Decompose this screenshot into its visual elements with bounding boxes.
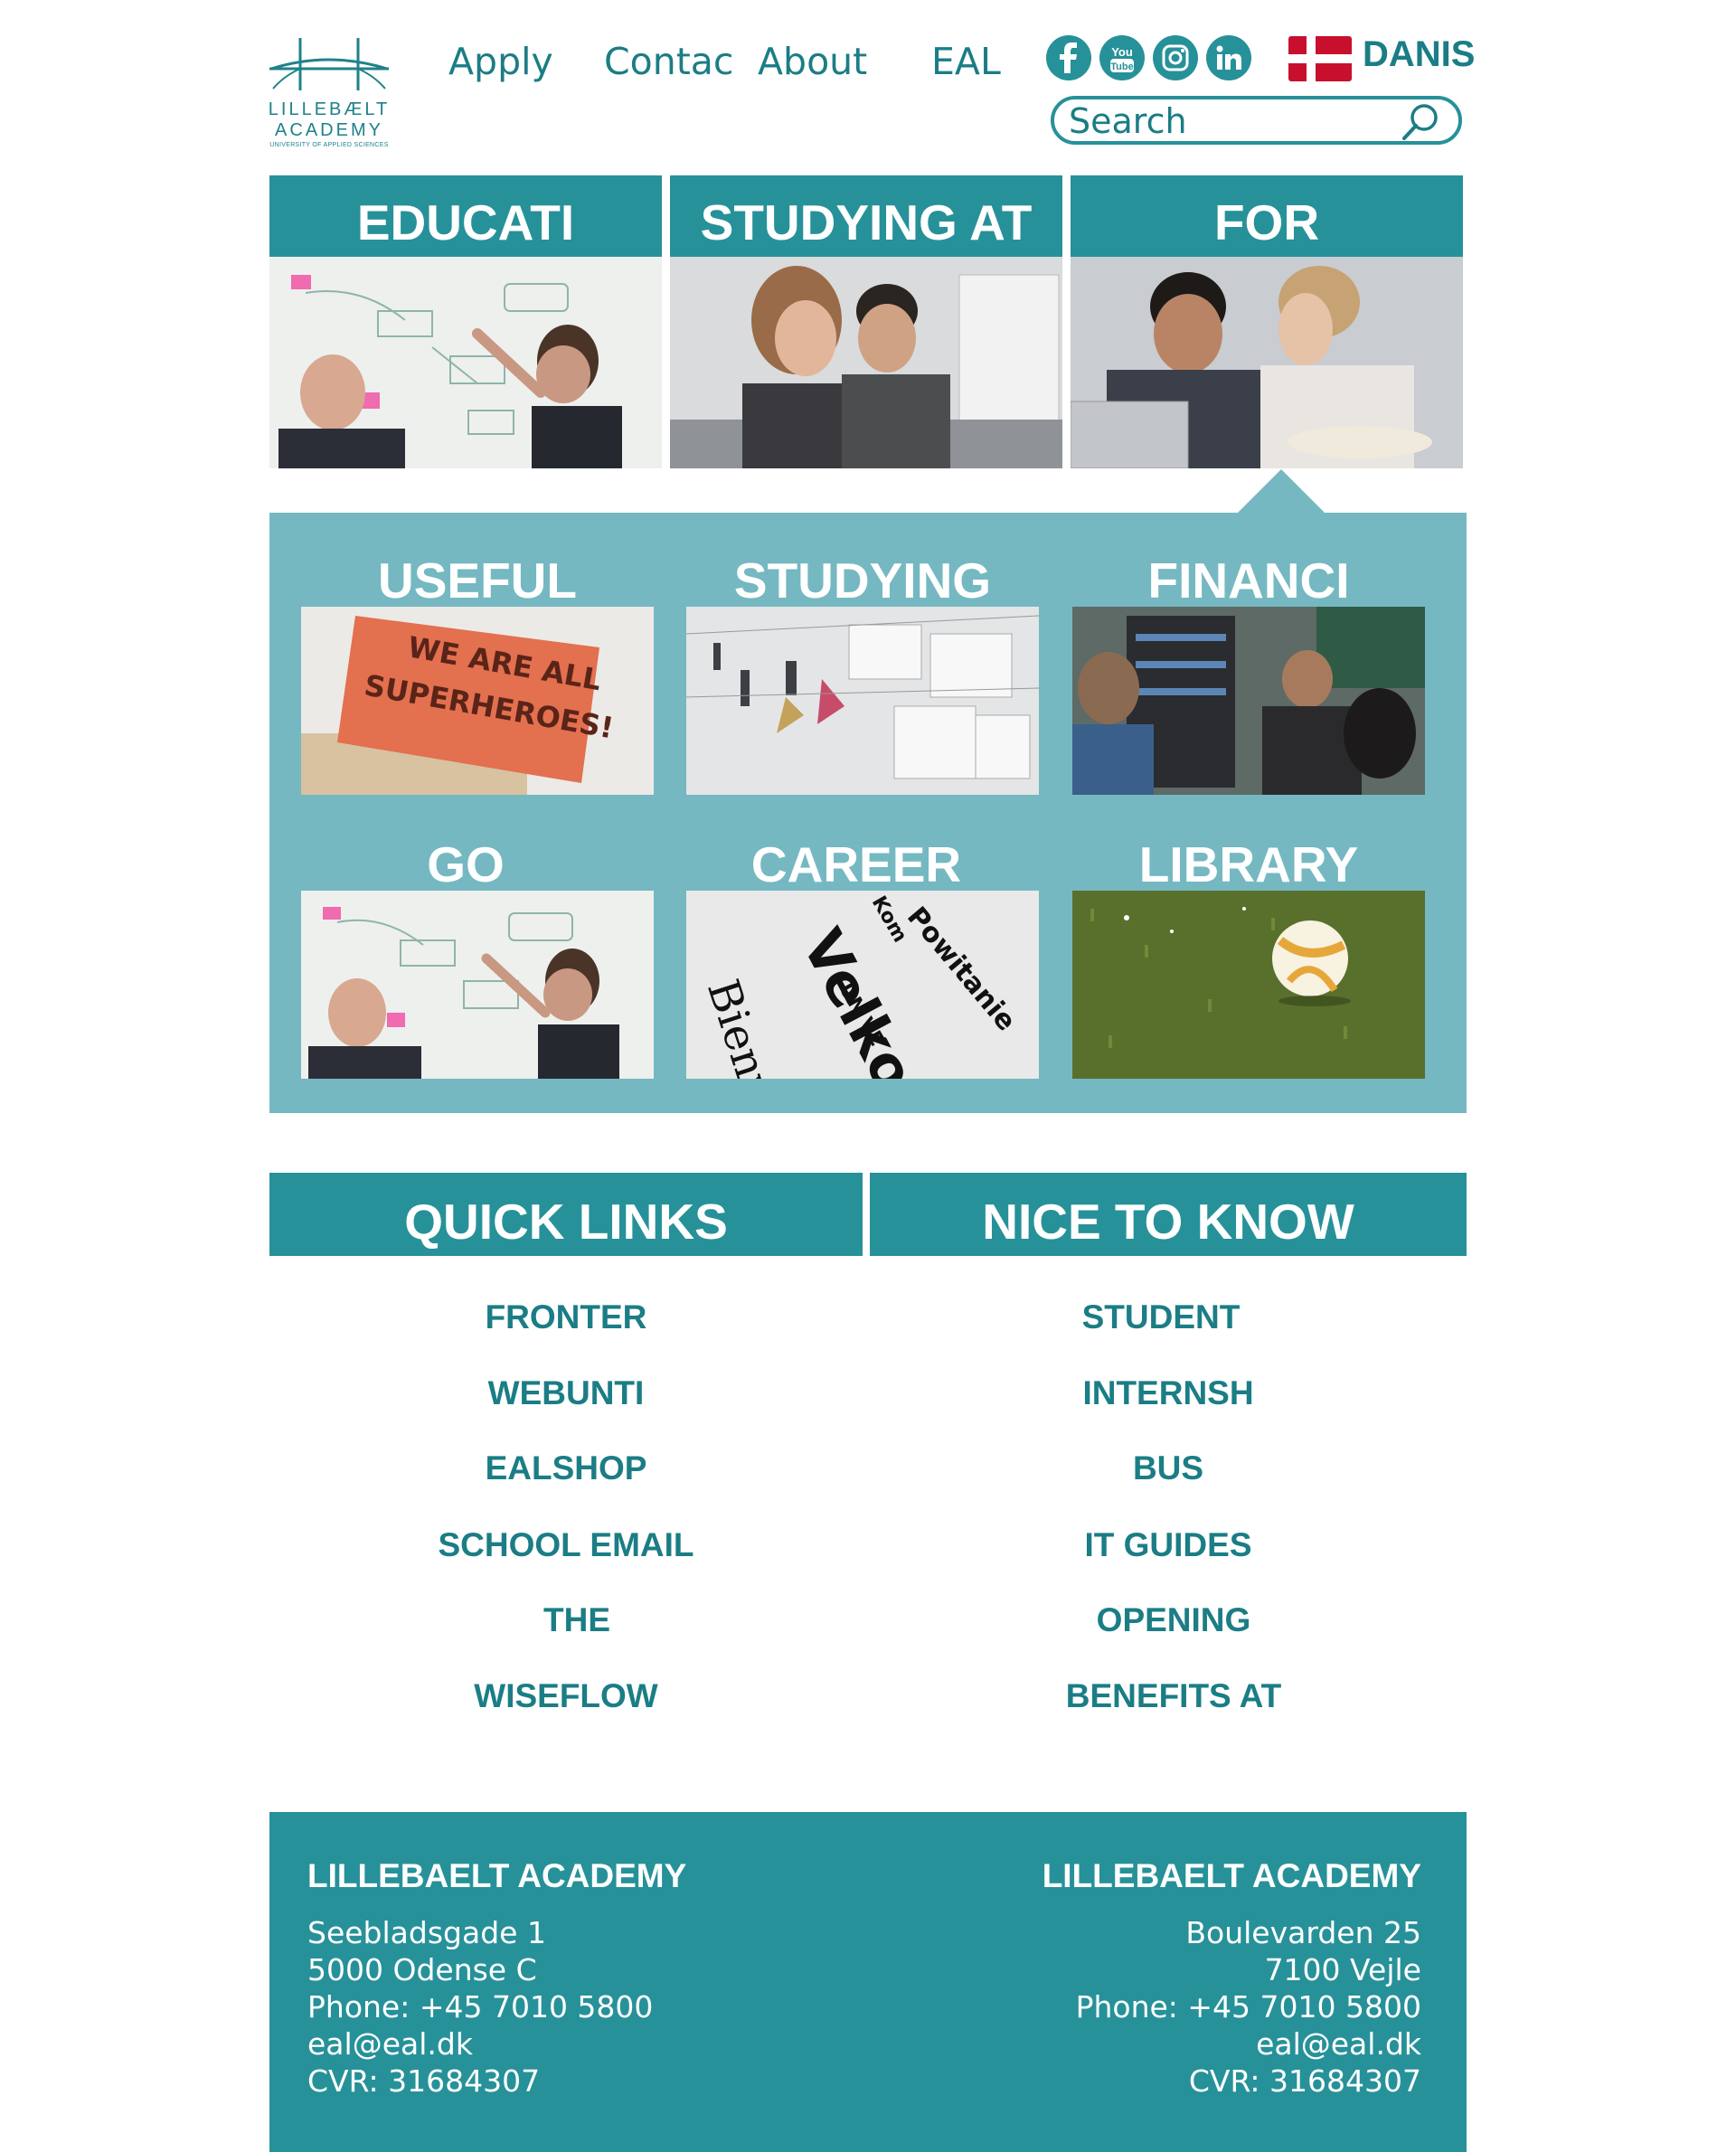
logo-line-1: LILLEBÆLT xyxy=(268,99,391,119)
students-with-laptop-photo xyxy=(1071,257,1463,468)
card-title: STUDYING AT xyxy=(670,175,1062,257)
instagram-icon[interactable] xyxy=(1153,35,1198,80)
card-studying-at[interactable]: STUDYING AT xyxy=(670,175,1062,468)
logo-line-3: UNIVERSITY OF APPLIED SCIENCES xyxy=(269,142,389,148)
search-icon[interactable] xyxy=(1399,101,1442,143)
footer-right-title: LILLEBAELT ACADEMY xyxy=(1042,1857,1421,1894)
sub-title-go: GO xyxy=(427,836,505,892)
footer-right-phone: Phone: +45 7010 5800 xyxy=(1075,1989,1421,2025)
logo-line-2: ACADEMY xyxy=(275,120,383,140)
nice-link-it-guides[interactable]: IT GUIDES xyxy=(870,1526,1467,1564)
logo[interactable]: LILLEBÆLT ACADEMY UNIVERSITY OF APPLIED … xyxy=(266,34,392,152)
footer-left-title: LILLEBAELT ACADEMY xyxy=(307,1857,687,1894)
nice-link-opening[interactable]: OPENING xyxy=(875,1601,1472,1639)
footer-left-phone: Phone: +45 7010 5800 xyxy=(307,1989,654,2025)
sub-card-financial[interactable] xyxy=(1072,607,1425,795)
sub-card-studying[interactable] xyxy=(686,607,1039,795)
nice-link-benefits[interactable]: BENEFITS AT xyxy=(875,1677,1472,1715)
footer-left-line: Seebladsgade 1 xyxy=(307,1915,546,1950)
danish-flag-icon[interactable] xyxy=(1288,36,1352,81)
panel-pointer xyxy=(1238,469,1325,513)
card-title: FOR xyxy=(1071,175,1463,257)
nice-to-know-header: NICE TO KNOW xyxy=(870,1173,1467,1256)
svg-text:You: You xyxy=(1111,45,1133,59)
sub-card-go[interactable] xyxy=(301,891,654,1079)
footer-left-cvr: CVR: 31684307 xyxy=(307,2063,541,2099)
nice-link-student[interactable]: STUDENT xyxy=(863,1298,1459,1336)
sub-title-career: CAREER xyxy=(750,836,962,892)
sub-card-useful[interactable]: WE ARE ALL SUPERHEROES! xyxy=(301,607,654,795)
nice-link-bus[interactable]: BUS xyxy=(870,1449,1467,1487)
card-education[interactable]: EDUCATI xyxy=(269,175,662,468)
quick-link-ealshop[interactable]: EALSHOP xyxy=(269,1449,863,1487)
students-at-computer-photo xyxy=(670,257,1062,468)
sub-title-financial: FINANCI xyxy=(1147,552,1350,609)
quick-link-fronter[interactable]: FRONTER xyxy=(269,1298,863,1336)
footer-right-line: 7100 Vejle xyxy=(1264,1952,1421,1987)
quick-link-school-email[interactable]: SCHOOL EMAIL xyxy=(269,1526,863,1564)
search-box xyxy=(1051,96,1462,145)
footer-left-line: 5000 Odense C xyxy=(307,1952,537,1987)
card-for[interactable]: FOR xyxy=(1071,175,1463,468)
nav-about[interactable]: About xyxy=(758,40,867,83)
nav-eal[interactable]: EAL xyxy=(931,40,1001,83)
sub-title-library: LIBRARY xyxy=(1138,836,1359,892)
footer-right-email[interactable]: eal@eal.dk xyxy=(1076,2025,1421,2062)
quick-link-webuntis[interactable]: WEBUNTI xyxy=(269,1374,863,1412)
sub-title-useful: USEFUL xyxy=(378,552,577,609)
nav-apply[interactable]: Apply xyxy=(448,40,553,83)
language-switch[interactable]: DANIS xyxy=(1363,34,1475,75)
bridge-logo-icon xyxy=(269,38,389,90)
nice-link-internship[interactable]: INTERNSH xyxy=(870,1374,1467,1412)
footer-right-address: Boulevarden 25 7100 Vejle Phone: +45 701… xyxy=(1076,1914,1421,2100)
nav-contact[interactable]: Contac xyxy=(604,40,733,83)
quick-link-the[interactable]: THE xyxy=(280,1601,873,1639)
youtube-icon[interactable]: You Tube xyxy=(1099,35,1145,80)
card-title: EDUCATI xyxy=(269,175,662,257)
sub-card-career[interactable]: Velkommen Bienvenue Powitanie UN VE Kom xyxy=(686,891,1039,1079)
footer-left-address: Seebladsgade 1 5000 Odense C Phone: +45 … xyxy=(307,1914,653,2100)
footer-right-cvr: CVR: 31684307 xyxy=(1188,2063,1421,2099)
footer-left-email[interactable]: eal@eal.dk xyxy=(307,2025,653,2062)
quick-link-wiseflow[interactable]: WISEFLOW xyxy=(269,1677,863,1715)
svg-text:Tube: Tube xyxy=(1110,61,1133,72)
facebook-icon[interactable] xyxy=(1046,35,1091,80)
sub-title-studying: STUDYING xyxy=(733,552,992,609)
sub-card-library[interactable] xyxy=(1072,891,1425,1079)
linkedin-icon[interactable] xyxy=(1206,35,1251,80)
footer-right-line: Boulevarden 25 xyxy=(1185,1915,1421,1950)
search-input[interactable] xyxy=(1069,101,1394,141)
whiteboard-photo xyxy=(269,257,662,468)
quick-links-header: QUICK LINKS xyxy=(269,1173,863,1256)
